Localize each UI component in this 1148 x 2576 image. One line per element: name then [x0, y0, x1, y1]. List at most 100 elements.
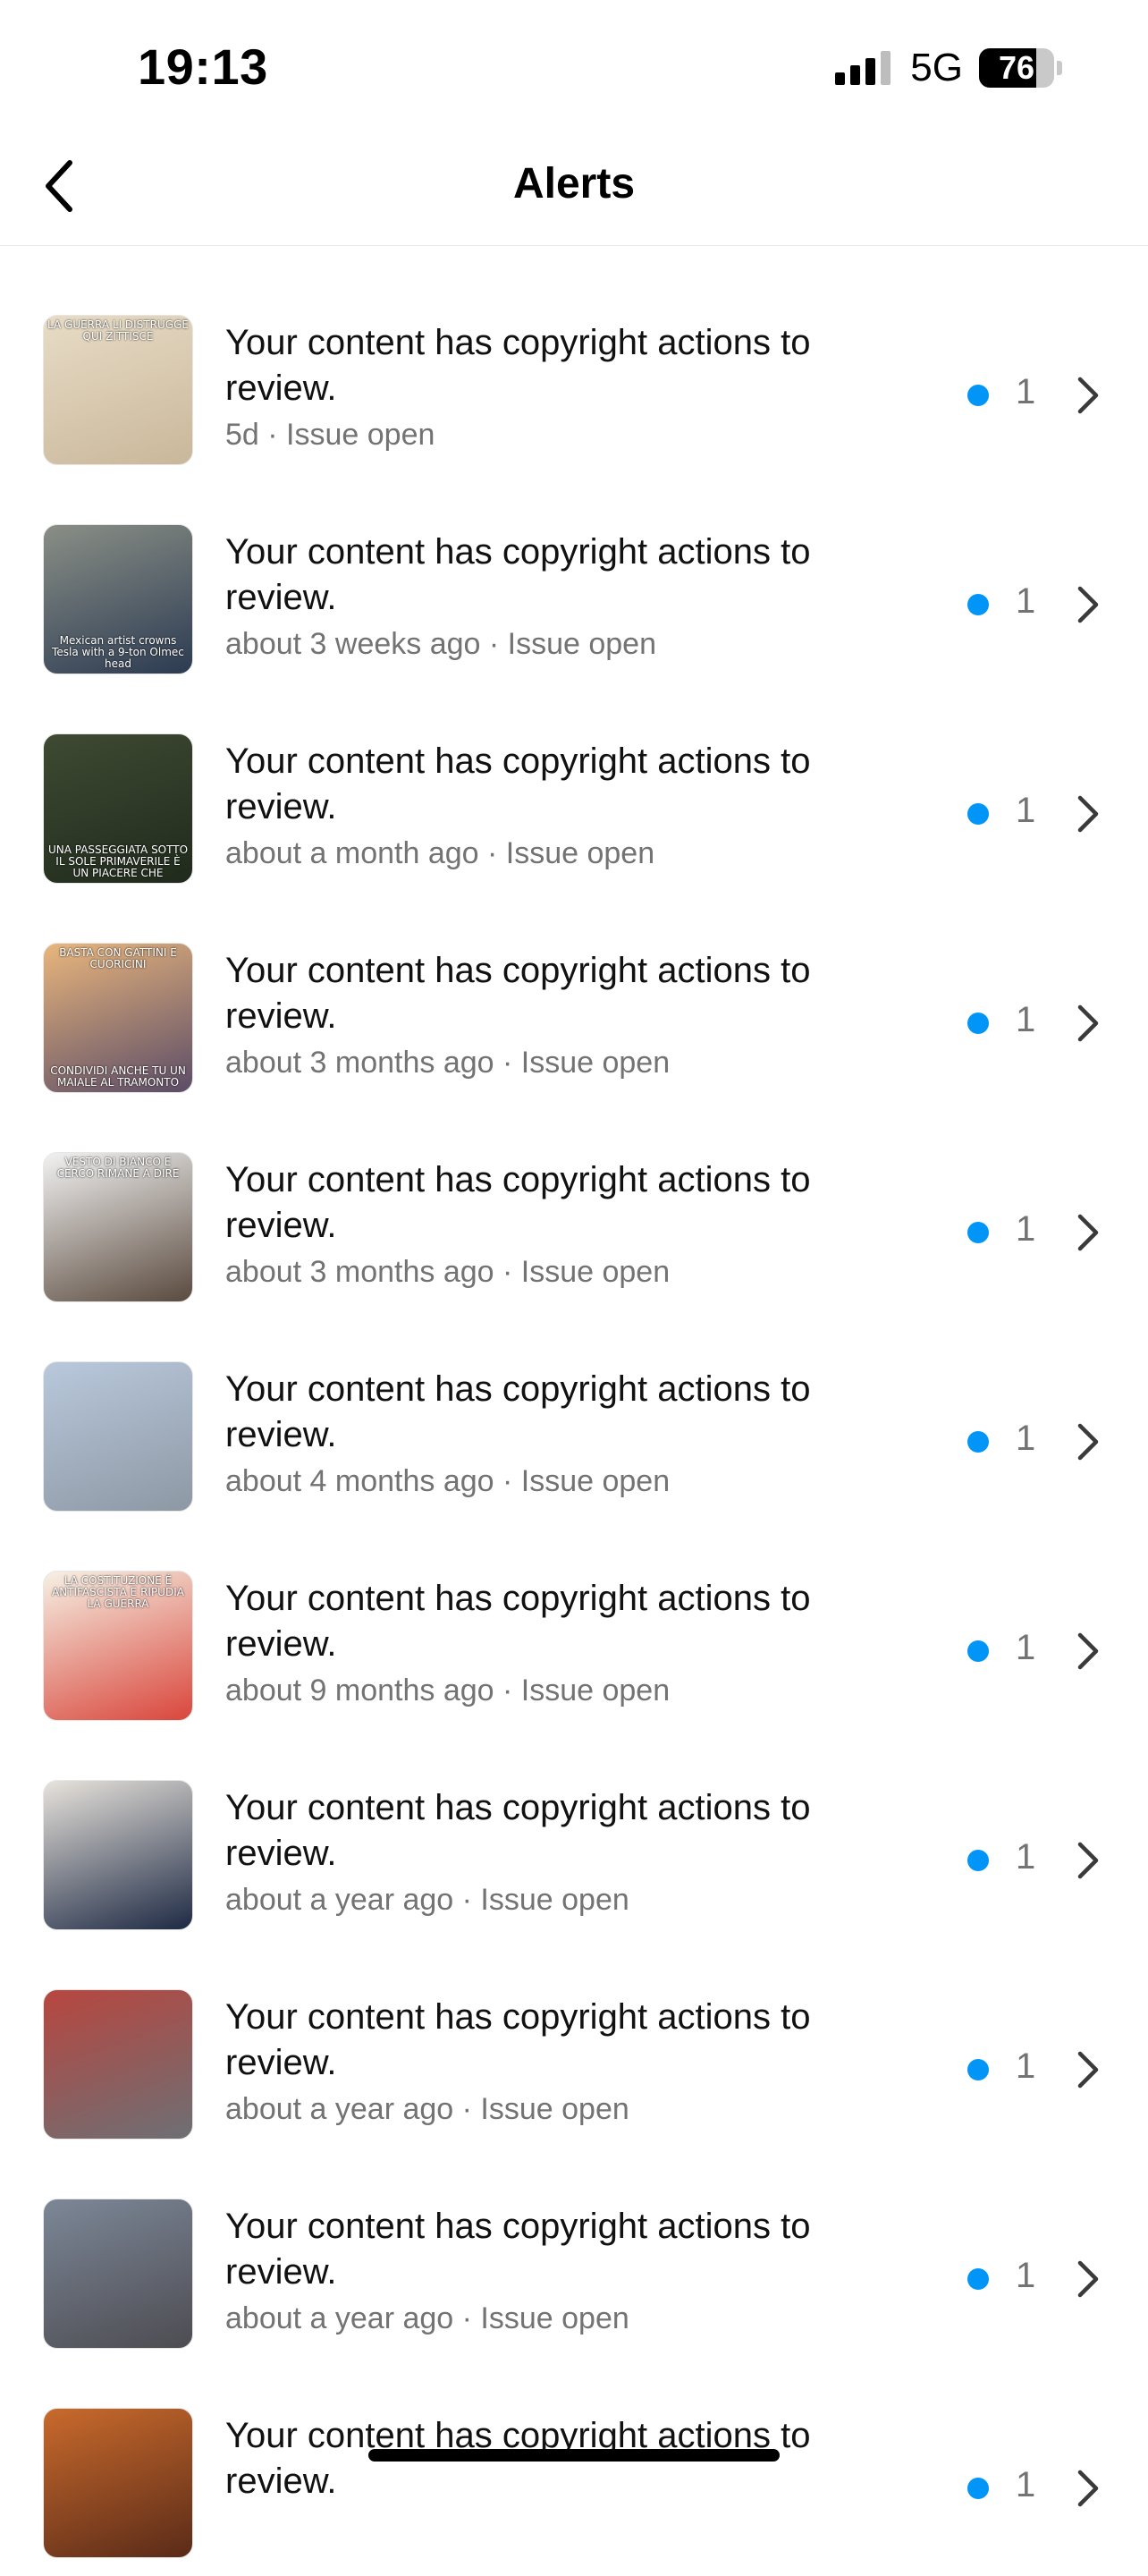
- alert-title: Your content has copyright actions to re…: [225, 532, 811, 617]
- alert-row[interactable]: Your content has copyright actions to re…: [0, 2157, 1148, 2367]
- unread-dot-icon: [967, 1850, 989, 1871]
- unread-dot-icon: [967, 1013, 989, 1034]
- alert-count: 1: [1016, 2256, 1036, 2295]
- chevron-right-icon: [1077, 1842, 1099, 1879]
- alert-meta: about a year ago · Issue open: [225, 1883, 629, 1917]
- alert-count: 1: [1016, 2465, 1036, 2504]
- unread-dot-icon: [967, 594, 989, 615]
- chevron-right-icon: [1077, 586, 1099, 623]
- alert-thumbnail: LA GUERRA LI DISTRUGGE QUI ZITTISCE: [43, 315, 193, 465]
- alert-thumbnail: VESTO DI BIANCO E CERCO RIMANE A DIRE: [43, 1152, 193, 1302]
- alert-text: Your content has copyright actions to re…: [225, 1157, 905, 1293]
- alert-meta: about a year ago · Issue open: [225, 2301, 629, 2335]
- chevron-right-icon: [1077, 795, 1099, 833]
- thumbnail-caption-bottom: Mexican artist crowns Tesla with a 9-ton…: [52, 634, 184, 670]
- battery-icon: 76: [979, 48, 1054, 88]
- alert-count: 1: [1016, 791, 1036, 830]
- battery-tip: [1057, 61, 1062, 75]
- alert-row[interactable]: Your content has copyright actions to re…: [0, 1739, 1148, 1948]
- alert-text: Your content has copyright actions to re…: [225, 320, 905, 456]
- unread-dot-icon: [967, 803, 989, 825]
- alert-row[interactable]: Mexican artist crowns Tesla with a 9-ton…: [0, 483, 1148, 692]
- alert-row[interactable]: Your content has copyright actions to re…: [0, 1948, 1148, 2157]
- alert-title: Your content has copyright actions to re…: [225, 951, 811, 1036]
- alert-text: Your content has copyright actions to re…: [225, 1576, 905, 1712]
- navigation-header: Alerts: [0, 125, 1148, 246]
- thumbnail-caption-bottom: UNA PASSEGGIATA SOTTO IL SOLE PRIMAVERIL…: [47, 843, 189, 879]
- chevron-right-icon: [1077, 1423, 1099, 1461]
- alert-title: Your content has copyright actions to re…: [225, 1997, 811, 2082]
- alert-row[interactable]: BASTA CON GATTINI E CUORICINI CONDIVIDI A…: [0, 902, 1148, 1111]
- chevron-right-icon: [1077, 377, 1099, 414]
- unread-dot-icon: [967, 1431, 989, 1453]
- status-indicators: 5G 76: [835, 45, 1062, 91]
- page-title: Alerts: [512, 160, 636, 208]
- alert-thumbnail: UNA PASSEGGIATA SOTTO IL SOLE PRIMAVERIL…: [43, 733, 193, 884]
- alert-row[interactable]: LA GUERRA LI DISTRUGGE QUI ZITTISCE Your …: [0, 274, 1148, 483]
- alert-meta: about 9 months ago · Issue open: [225, 1674, 671, 1707]
- alert-count: 1: [1016, 2046, 1036, 2086]
- alert-row[interactable]: Your content has copyright actions to re…: [0, 2367, 1148, 2576]
- alert-meta: about a year ago · Issue open: [225, 2092, 629, 2126]
- alert-text: Your content has copyright actions to re…: [225, 530, 905, 665]
- alert-count: 1: [1016, 1000, 1036, 1039]
- alert-row[interactable]: UNA PASSEGGIATA SOTTO IL SOLE PRIMAVERIL…: [0, 692, 1148, 902]
- alert-text: Your content has copyright actions to re…: [225, 739, 905, 875]
- chevron-right-icon: [1077, 1004, 1099, 1042]
- alert-count: 1: [1016, 1209, 1036, 1249]
- alert-text: Your content has copyright actions to re…: [225, 1995, 905, 2131]
- chevron-right-icon: [1077, 1214, 1099, 1251]
- alert-count: 1: [1016, 1628, 1036, 1667]
- thumbnail-caption-top: VESTO DI BIANCO E CERCO RIMANE A DIRE: [56, 1156, 180, 1180]
- status-bar: 19:13 5G 76: [0, 0, 1148, 125]
- alert-meta: about 3 months ago · Issue open: [225, 1255, 671, 1289]
- unread-dot-icon: [967, 1640, 989, 1662]
- thumbnail-caption-top: BASTA CON GATTINI E CUORICINI: [59, 946, 177, 970]
- thumbnail-caption-top: LA GUERRA LI DISTRUGGE QUI ZITTISCE: [47, 318, 189, 343]
- cellular-signal-icon: [835, 51, 891, 85]
- alert-title: Your content has copyright actions to re…: [225, 741, 811, 826]
- alert-text: Your content has copyright actions to re…: [225, 948, 905, 1084]
- alert-row[interactable]: VESTO DI BIANCO E CERCO RIMANE A DIRE You…: [0, 1111, 1148, 1320]
- unread-dot-icon: [967, 2268, 989, 2290]
- alert-text: Your content has copyright actions to re…: [225, 1367, 905, 1503]
- alert-title: Your content has copyright actions to re…: [225, 323, 811, 408]
- alert-thumbnail: Mexican artist crowns Tesla with a 9-ton…: [43, 524, 193, 674]
- thumbnail-caption-bottom: CONDIVIDI ANCHE TU UN MAIALE AL TRAMONTO: [50, 1064, 186, 1089]
- alert-row[interactable]: LA COSTITUZIONE È ANTIFASCISTA E RIPUDIA…: [0, 1530, 1148, 1739]
- unread-dot-icon: [967, 1222, 989, 1243]
- alert-row[interactable]: Your content has copyright actions to re…: [0, 1320, 1148, 1530]
- chevron-right-icon: [1077, 1632, 1099, 1670]
- alert-title: Your content has copyright actions to re…: [225, 1160, 811, 1245]
- battery-level: 76: [998, 49, 1035, 86]
- chevron-right-icon: [1077, 2260, 1099, 2298]
- alert-count: 1: [1016, 581, 1036, 621]
- alert-meta: about 4 months ago · Issue open: [225, 1464, 671, 1498]
- alert-meta: 5d · Issue open: [225, 418, 435, 452]
- alert-thumbnail: [43, 2199, 193, 2349]
- unread-dot-icon: [967, 385, 989, 406]
- alert-title: Your content has copyright actions to re…: [225, 1788, 811, 1873]
- alert-count: 1: [1016, 372, 1036, 411]
- alert-meta: about 3 weeks ago · Issue open: [225, 627, 656, 661]
- thumbnail-caption-top: LA COSTITUZIONE È ANTIFASCISTA E RIPUDIA…: [52, 1574, 184, 1610]
- alert-thumbnail: BASTA CON GATTINI E CUORICINI CONDIVIDI A…: [43, 943, 193, 1093]
- alert-thumbnail: [43, 1361, 193, 1512]
- alert-thumbnail: [43, 2408, 193, 2558]
- alert-count: 1: [1016, 1419, 1036, 1458]
- home-indicator: [368, 2449, 780, 2462]
- unread-dot-icon: [967, 2059, 989, 2080]
- alert-text: Your content has copyright actions to re…: [225, 1785, 905, 1921]
- alert-meta: about a month ago · Issue open: [225, 836, 655, 870]
- alert-count: 1: [1016, 1837, 1036, 1877]
- alert-title: Your content has copyright actions to re…: [225, 2207, 811, 2292]
- alert-list: LA GUERRA LI DISTRUGGE QUI ZITTISCE Your …: [0, 274, 1148, 2576]
- chevron-right-icon: [1077, 2051, 1099, 2089]
- alert-title: Your content has copyright actions to re…: [225, 1579, 811, 1664]
- unread-dot-icon: [967, 2478, 989, 2499]
- status-time: 19:13: [138, 38, 268, 95]
- alert-title: Your content has copyright actions to re…: [225, 1369, 811, 1454]
- alert-thumbnail: LA COSTITUZIONE È ANTIFASCISTA E RIPUDIA…: [43, 1571, 193, 1721]
- alert-thumbnail: [43, 1989, 193, 2140]
- chevron-right-icon: [1077, 2470, 1099, 2507]
